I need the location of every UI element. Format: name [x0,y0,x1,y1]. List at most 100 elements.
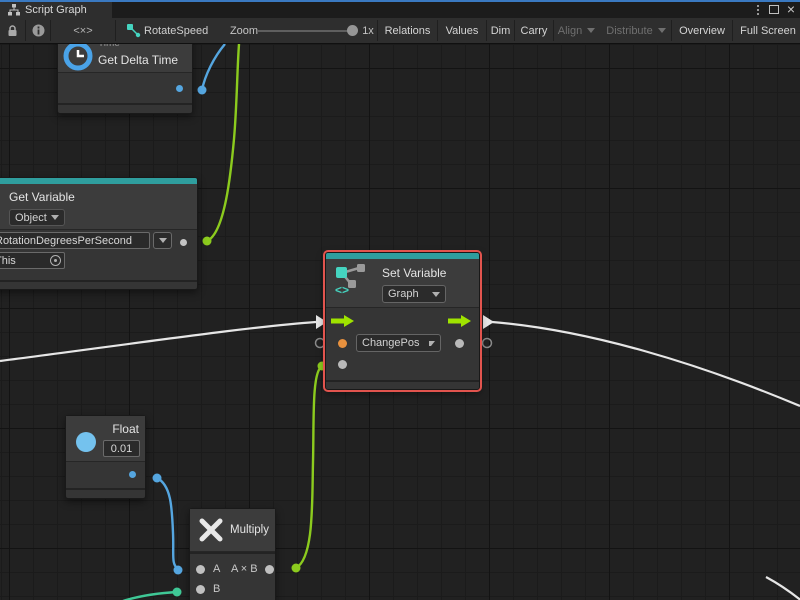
values-button[interactable]: Values [438,18,486,43]
float-value-field[interactable]: 0.01 [103,440,140,457]
carry-button[interactable]: Carry [515,18,553,43]
chevron-down-icon [432,292,440,297]
dim-button[interactable]: Dim [487,18,514,43]
graph-toolbar: <×> RotateSpeed Zoom 1x Relations Values… [0,18,800,44]
node-get-variable[interactable]: Get Variable Object RotationDegreesPerSe… [0,177,198,290]
node-title: Get Variable [9,190,75,204]
connection-multiply-to-setvariable [296,367,321,568]
align-dropdown[interactable]: Align [554,18,599,43]
graph-name-breadcrumb[interactable]: RotateSpeed [144,18,214,43]
endpoint-teal[interactable] [173,588,182,597]
connection-into-multiply-b [123,592,177,600]
zoom-value: 1x [359,18,377,43]
chevron-down-icon [159,238,167,243]
output-port-float[interactable] [129,471,136,478]
node-set-variable[interactable]: <> Set Variable Graph ChangePos [325,252,480,390]
zoom-slider-handle[interactable] [347,25,358,36]
input-port-b[interactable] [196,585,205,594]
endpoint-blue[interactable] [153,474,162,483]
flow-output-arrow-icon[interactable] [448,315,472,327]
unconnected-port-ring[interactable] [483,339,492,348]
variable-name-value: RotationDegreesPerSecond [0,235,132,247]
object-picker-icon[interactable] [50,255,61,266]
node-title: Multiply [230,524,269,536]
flow-input-arrow-icon[interactable] [331,315,355,327]
code-glyph: <×> [73,25,92,37]
variable-name-dropdown-button[interactable] [153,232,172,249]
port-a-label: A [213,563,220,575]
focus-highlight-line [0,0,800,2]
connection-float-to-multiply [157,478,178,569]
multiply-icon [198,517,224,543]
window-maximize-icon[interactable] [767,3,781,16]
node-float[interactable]: Float 0.01 [65,415,146,499]
graph-canvas[interactable]: Time Get Delta Time Get Variable Object … [0,44,800,600]
align-label: Align [558,25,582,37]
output-port-result[interactable] [265,565,274,574]
node-footer [66,488,145,498]
node-get-delta-time[interactable]: Time Get Delta Time [57,44,193,114]
window-close-icon[interactable]: × [784,3,798,16]
variable-scope-dropdown[interactable]: Graph [382,285,446,303]
unconnected-port-ring[interactable] [316,339,325,348]
chevron-down-icon [658,28,666,33]
input-port-a[interactable] [196,565,205,574]
node-title: Set Variable [382,266,446,280]
graph-asset-icon [124,18,142,43]
variable-name-field[interactable]: RotationDegreesPerSecond [0,232,150,249]
flow-connection-right [492,322,800,406]
node-footer [58,103,192,113]
output-port-value[interactable] [180,239,187,246]
node-title: Float [112,422,139,436]
variable-scope-dropdown[interactable]: Object [9,209,65,226]
window-tab-bar: Script Graph × [0,0,800,18]
variable-name-value: ChangePos [362,337,420,349]
inspect-button[interactable] [26,18,50,43]
lock-button[interactable] [0,18,25,43]
connection-rotation-variable [207,44,239,241]
target-object-field[interactable]: This [0,252,65,269]
tab-title: Script Graph [25,4,87,16]
output-port-value[interactable] [455,339,464,348]
node-category: Time [98,44,120,49]
tab-script-graph[interactable]: Script Graph [0,2,112,18]
scope-value: Graph [388,288,419,300]
script-graph-icon [8,4,20,16]
chevron-down-icon [587,28,595,33]
port-b-label: B [213,583,220,595]
node-footer [0,280,197,289]
float-icon [76,432,96,452]
relations-button[interactable]: Relations [378,18,437,43]
float-value: 0.01 [111,443,132,455]
endpoint-green[interactable] [292,564,301,573]
chevron-down-icon [429,341,435,346]
target-value: This [0,255,16,267]
info-icon [32,24,45,37]
window-menu-kebab-icon[interactable] [751,3,765,16]
input-port-fallback[interactable] [338,360,347,369]
distribute-dropdown[interactable]: Distribute [601,18,671,43]
clock-icon [63,44,93,71]
output-port-delta-time[interactable] [176,85,183,92]
flow-connection-corner [766,577,800,600]
input-port-value[interactable] [338,339,347,348]
chevron-down-icon [51,215,59,220]
connection-deltatime [202,44,225,90]
zoom-label: Zoom [228,18,260,43]
flow-connection-left [0,322,316,361]
scope-value: Object [15,212,47,224]
overview-button[interactable]: Overview [672,18,732,43]
svg-text:<>: <> [335,283,349,295]
node-multiply[interactable]: Multiply A A × B B [189,508,276,600]
zoom-slider-track[interactable] [257,30,348,32]
preview-code-button[interactable]: <×> [51,18,115,43]
node-footer [326,380,479,389]
endpoint-green[interactable] [203,237,212,246]
distribute-label: Distribute [606,25,652,37]
endpoint-blue[interactable] [198,86,207,95]
endpoint-blue[interactable] [174,566,183,575]
variable-name-dropdown[interactable]: ChangePos [356,334,441,352]
set-variable-icon: <> [334,263,368,295]
fullscreen-button[interactable]: Full Screen [733,18,800,43]
lock-icon [7,25,18,37]
